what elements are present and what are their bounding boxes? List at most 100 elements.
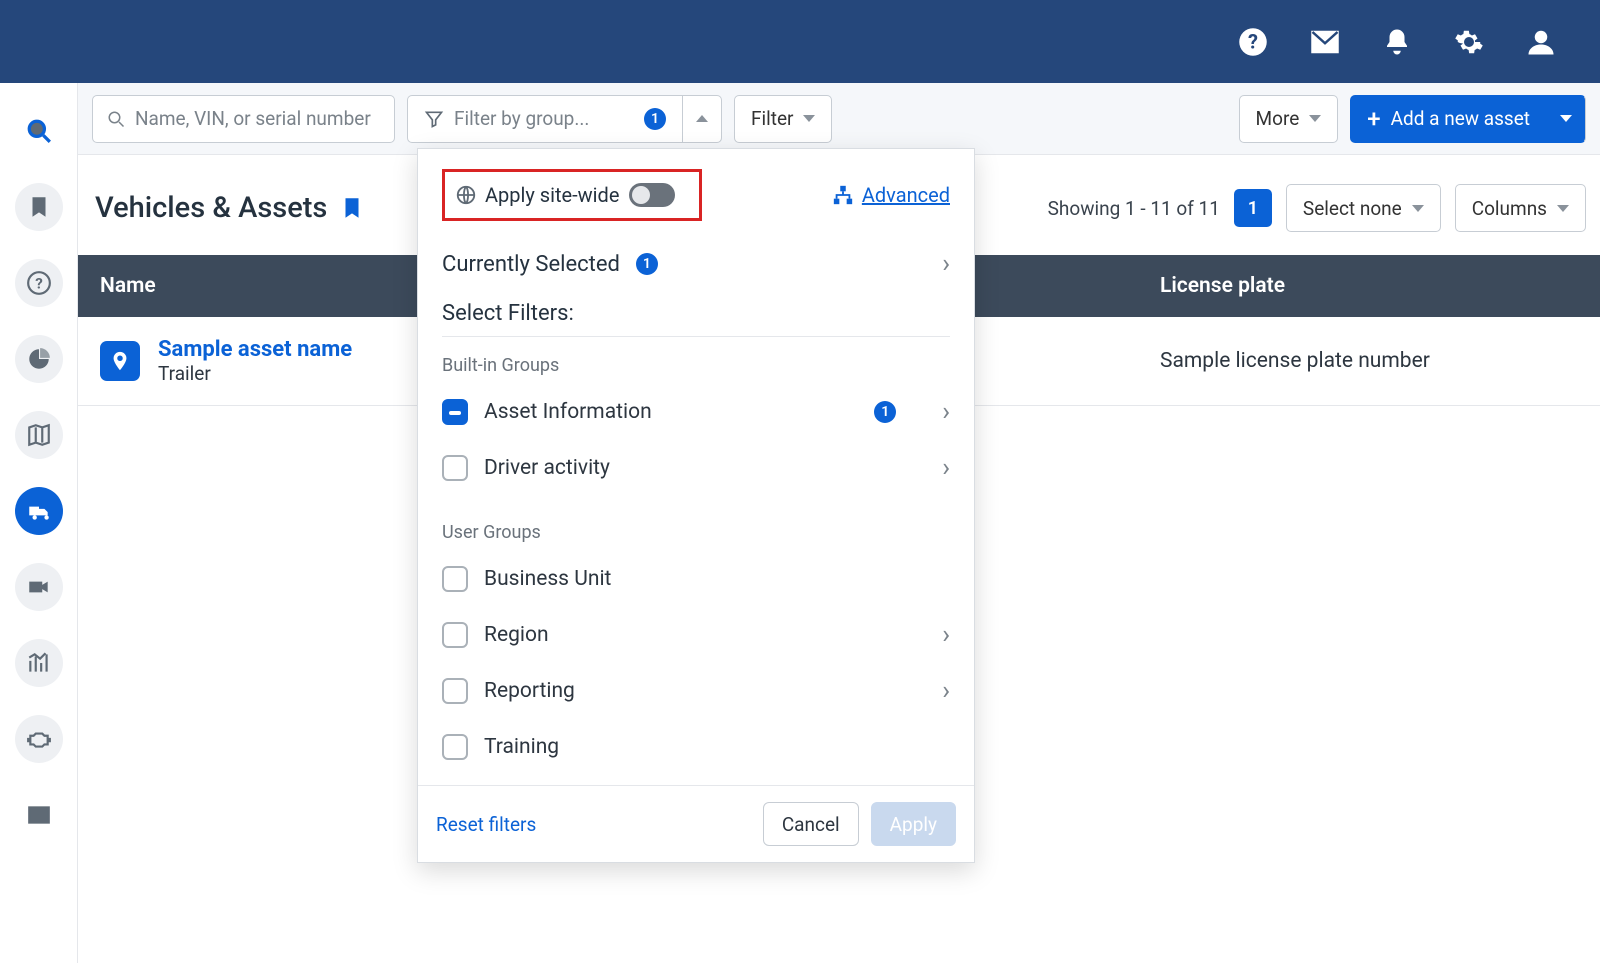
vehicles-icon[interactable]: [15, 487, 63, 535]
chevron-right-icon: [942, 251, 950, 277]
top-bar: ?: [0, 0, 1600, 83]
chevron-right-icon: [942, 678, 950, 704]
currently-selected-count: 1: [636, 253, 658, 275]
caret-down-icon: [1557, 205, 1569, 212]
pin-icon: [100, 341, 140, 381]
add-asset-group: + Add a new asset: [1350, 95, 1586, 143]
caret-down-icon: [1560, 115, 1572, 122]
globe-icon: [455, 184, 477, 206]
columns-button[interactable]: Columns: [1455, 184, 1586, 232]
filter-option[interactable]: Reporting: [442, 663, 950, 719]
filter-group-count: 1: [644, 108, 666, 130]
camera-icon[interactable]: [15, 563, 63, 611]
filter-dropdown: Apply site-wide Advanced Currently Selec…: [417, 148, 975, 863]
bell-icon[interactable]: [1382, 27, 1412, 57]
select-none-label: Select none: [1303, 197, 1402, 220]
checkbox[interactable]: [442, 678, 468, 704]
filter-button[interactable]: Filter: [734, 95, 832, 143]
filter-option-label: Reporting: [484, 679, 926, 703]
filter-option-label: Region: [484, 623, 926, 647]
user-icon[interactable]: [1526, 27, 1556, 57]
page-number[interactable]: 1: [1234, 189, 1272, 227]
filter-option-label: Asset Information: [484, 400, 858, 424]
site-wide-toggle[interactable]: [629, 183, 675, 207]
analytics-icon[interactable]: [15, 639, 63, 687]
select-filters-label: Select Filters:: [442, 301, 950, 326]
page-title-text: Vehicles & Assets: [95, 191, 327, 225]
left-nav: ?: [0, 83, 78, 963]
help-icon[interactable]: ?: [1238, 27, 1268, 57]
caret-down-icon: [1309, 115, 1321, 122]
mail-icon[interactable]: [1310, 27, 1340, 57]
filter-option[interactable]: Training: [442, 719, 950, 775]
filter-option-label: Training: [484, 735, 950, 759]
checkbox[interactable]: [442, 622, 468, 648]
filter-option[interactable]: Business Unit: [442, 551, 950, 607]
engine-icon[interactable]: [15, 715, 63, 763]
filter-group-button[interactable]: Filter by group... 1: [407, 95, 682, 143]
currently-selected-label: Currently Selected: [442, 252, 620, 277]
cancel-button[interactable]: Cancel: [763, 802, 859, 846]
page-title: Vehicles & Assets: [95, 191, 365, 225]
user-groups-label: User Groups: [442, 522, 950, 543]
add-asset-caret[interactable]: [1546, 95, 1586, 143]
showing-text: Showing 1 - 11 of 11: [1048, 197, 1220, 220]
plus-icon: +: [1367, 105, 1380, 133]
map-icon[interactable]: [15, 411, 63, 459]
inbox-icon[interactable]: [15, 791, 63, 839]
caret-down-icon: [803, 115, 815, 122]
svg-text:?: ?: [35, 274, 43, 292]
apply-site-wide-label: Apply site-wide: [485, 183, 619, 207]
filter-option-label: Driver activity: [484, 456, 926, 480]
divider: [442, 336, 950, 337]
chevron-right-icon: [942, 622, 950, 648]
global-search-icon[interactable]: [15, 107, 63, 155]
chevron-right-icon: [942, 455, 950, 481]
caret-up-icon: [696, 115, 708, 122]
help-nav-icon[interactable]: ?: [15, 259, 63, 307]
add-asset-label: Add a new asset: [1391, 107, 1530, 130]
th-license[interactable]: License plate: [1138, 274, 1600, 298]
filter-option[interactable]: Region: [442, 607, 950, 663]
checkbox[interactable]: [442, 455, 468, 481]
bookmark-icon[interactable]: [15, 183, 63, 231]
search-box[interactable]: [92, 95, 395, 143]
filter-option-count: 1: [874, 401, 896, 423]
search-input[interactable]: [135, 107, 380, 130]
builtin-groups-label: Built-in Groups: [442, 355, 950, 376]
cell-license: Sample license plate number: [1138, 329, 1600, 393]
checkbox[interactable]: [442, 566, 468, 592]
gear-icon[interactable]: [1454, 27, 1484, 57]
add-asset-button[interactable]: + Add a new asset: [1350, 95, 1546, 143]
advanced-label: Advanced: [862, 183, 950, 207]
more-button[interactable]: More: [1239, 95, 1339, 143]
hierarchy-icon: [832, 184, 854, 206]
filter-icon: [424, 109, 444, 129]
toolbar: Filter by group... 1 Filter More + Add a…: [78, 83, 1600, 155]
checkbox[interactable]: [442, 734, 468, 760]
filter-option-label: Business Unit: [484, 567, 950, 591]
apply-button[interactable]: Apply: [871, 802, 956, 846]
filter-option[interactable]: Driver activity: [442, 440, 950, 496]
svg-text:?: ?: [1248, 29, 1258, 53]
caret-down-icon: [1412, 205, 1424, 212]
checkbox-indeterminate[interactable]: [442, 399, 468, 425]
more-label: More: [1256, 107, 1300, 130]
currently-selected-row[interactable]: Currently Selected 1: [442, 233, 950, 295]
asset-name: Sample asset name: [158, 337, 352, 362]
reset-filters-link[interactable]: Reset filters: [436, 813, 536, 836]
dropdown-footer: Reset filters Cancel Apply: [418, 785, 974, 862]
filter-group-caret[interactable]: [682, 95, 722, 143]
bookmark-icon[interactable]: [339, 195, 365, 221]
filter-option[interactable]: Asset Information 1: [442, 384, 950, 440]
columns-label: Columns: [1472, 197, 1547, 220]
filter-group-placeholder: Filter by group...: [454, 107, 634, 130]
search-icon: [107, 108, 125, 130]
advanced-link[interactable]: Advanced: [832, 183, 950, 207]
asset-subtype: Trailer: [158, 362, 352, 385]
select-none-button[interactable]: Select none: [1286, 184, 1441, 232]
filter-by-group: Filter by group... 1: [407, 95, 722, 143]
reports-icon[interactable]: [15, 335, 63, 383]
chevron-right-icon: [942, 399, 950, 425]
apply-site-wide-row[interactable]: Apply site-wide: [442, 169, 702, 221]
